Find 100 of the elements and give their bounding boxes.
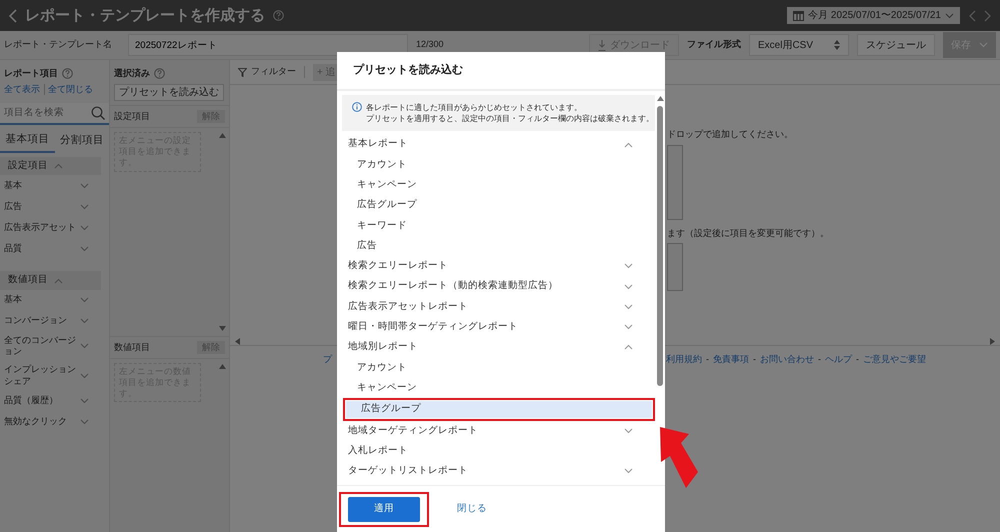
tab[interactable]: 分割項目 [54,129,109,154]
chevron-down-icon[interactable] [624,324,633,330]
modal-title: プリセットを読み込む [353,63,463,78]
download-icon [598,40,606,50]
chevron-down-icon[interactable] [624,263,633,270]
chevron-down-icon[interactable] [624,304,633,310]
preset-group[interactable]: 地域ターゲティングレポート [342,420,655,441]
footer-link[interactable]: プ [323,354,332,366]
chevron-down-icon[interactable] [80,204,89,210]
schedule-button[interactable]: スケジュール [857,34,935,56]
link[interactable]: 全て閉じる [44,84,93,96]
chevron-down-icon[interactable] [80,182,89,189]
category-item[interactable]: 品質（履歴） [0,390,109,412]
search-field[interactable]: 項目名を検索 [0,103,109,126]
character-counter: 12/300 [416,39,444,51]
template-name-field[interactable]: 20250722レポート [128,34,408,56]
scrollbar-thumb[interactable] [657,106,663,386]
category-item[interactable]: コンバージョン [0,310,109,332]
category-item[interactable]: 広告表示アセット [0,217,109,238]
tab[interactable]: 基本項目 [0,129,54,154]
preset-group[interactable]: 曜日・時間帯ターゲティングレポート [342,317,655,338]
chevron-up-icon[interactable] [54,278,63,284]
preset-group[interactable]: 地域別レポート [342,337,655,358]
chevron-down-icon[interactable] [80,418,89,425]
chevron-down-icon[interactable] [80,224,89,231]
chevron-up-icon[interactable] [624,344,633,350]
close-link[interactable]: 閉じる [457,502,487,516]
calendar-icon [793,10,804,20]
preset-item[interactable]: キーワード [342,216,655,236]
footer-link[interactable]: ご意見やご要望 [863,354,926,366]
scroll-up-icon[interactable] [219,132,226,140]
chevron-down-icon[interactable] [624,468,633,474]
sort-icon [834,40,840,50]
help-icon[interactable] [154,68,165,80]
footer-link[interactable]: お問い合わせ [760,354,814,366]
footer-link[interactable]: 免責事項 [713,354,749,366]
link[interactable]: 全て表示 [4,84,40,96]
footer-link[interactable]: 利用規約 [666,354,702,366]
scroll-right-icon[interactable] [989,338,996,345]
section-header[interactable]: 数値項目 [0,271,101,290]
chevron-down-icon[interactable] [80,343,89,350]
chevron-up-icon[interactable] [54,163,63,170]
chevron-down-icon[interactable] [80,297,89,304]
preset-group[interactable]: 基本レポート [342,134,655,155]
category-item[interactable]: 全てのコンバージョン [0,332,109,362]
preset-item[interactable]: 広告グループ [346,401,652,418]
footer-link[interactable]: ヘルプ [825,354,852,366]
category-item[interactable]: 基本 [0,175,109,196]
group-title: 数値項目 [114,342,150,354]
chevron-down-icon[interactable] [80,372,89,379]
info-text: 各レポートに適した項目があらかじめセットされています。 プリセットを適用すると、設定中の項目・フィルター欄の内容は破棄されます。 [366,102,654,124]
chevron-down-icon[interactable] [80,398,89,404]
preview-drawing [667,243,683,292]
preset-item[interactable]: 広告 [342,236,655,256]
preset-group[interactable]: 広告表示アセットレポート [342,296,655,318]
category-item[interactable]: 無効なクリック [0,411,109,432]
back-icon[interactable] [8,8,17,22]
file-format-label: ファイル形式 [687,39,741,51]
chevron-down-icon[interactable] [624,428,633,434]
filter-icon [238,68,247,76]
scroll-left-icon[interactable] [234,338,241,345]
search-icon[interactable] [91,106,105,120]
chevron-down-icon[interactable] [80,318,89,324]
chevron-down-icon[interactable] [945,12,954,18]
date-range-select[interactable]: 今月 2025/07/01〜2025/07/21 [787,7,960,24]
page-title: レポート・テンプレートを作成する [25,6,265,26]
preset-item[interactable]: 広告グループ [342,195,655,216]
preset-group[interactable]: ターゲットリストレポート [342,461,655,482]
preset-group[interactable]: 検索クエリーレポート（動的検索連動型広告） [342,276,655,297]
scroll-up-icon[interactable] [656,95,664,102]
category-item[interactable]: 基本 [0,290,109,311]
category-item[interactable]: 広告 [0,196,109,218]
scroll-down-icon[interactable] [219,324,226,332]
chevron-down-icon[interactable] [80,246,89,252]
preset-item[interactable]: キャンペーン [342,378,655,398]
scroll-up-icon[interactable] [219,363,226,370]
chevron-up-icon[interactable] [624,142,633,148]
file-format-select[interactable]: Excel用CSV [749,34,849,56]
next-icon[interactable] [984,10,992,22]
preset-item[interactable]: キャンペーン [342,174,655,196]
panel-title: 選択済み [114,68,150,80]
search-input[interactable]: 項目名を検索 [4,107,84,120]
preset-group[interactable]: 検索クエリーレポート [342,256,655,276]
instruction-text: ドロップで追加してください。 [667,129,794,141]
panel-title: レポート項目 [4,68,58,80]
previous-icon[interactable] [968,10,976,22]
filter-button[interactable]: フィルター [238,66,305,78]
preset-group[interactable]: 入札レポート [342,440,655,462]
section-header[interactable]: 設定項目 [0,157,101,176]
separator-text: - [856,354,859,366]
help-icon[interactable] [273,10,284,21]
category-item[interactable]: 品質 [0,238,109,260]
preset-item[interactable]: アカウント [342,358,655,378]
load-preset-button[interactable]: プリセットを読み込む [114,84,224,101]
chevron-down-icon[interactable] [624,284,633,290]
separator-text: - [818,354,821,366]
help-icon[interactable] [62,68,73,80]
apply-button[interactable]: 適用 [348,496,420,522]
preset-item[interactable]: アカウント [342,154,655,175]
category-item[interactable]: インプレッションシェア [0,361,109,390]
